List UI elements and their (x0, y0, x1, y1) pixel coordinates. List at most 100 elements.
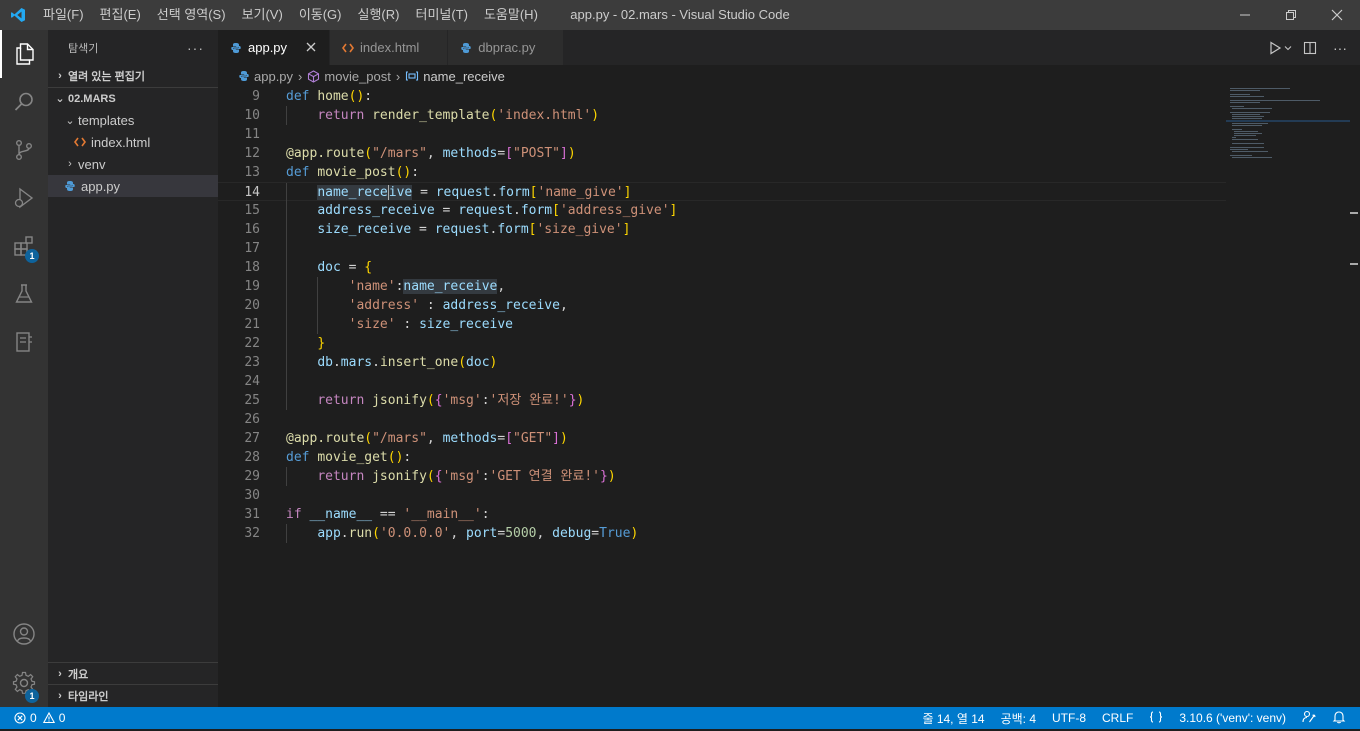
menu-file[interactable]: 파일(F) (35, 0, 92, 30)
extensions-badge: 1 (25, 249, 39, 263)
problems-indicator[interactable]: 0 0 (0, 711, 65, 725)
split-editor-button[interactable] (1298, 36, 1322, 60)
tree-item-label: templates (78, 112, 135, 128)
python-file-icon (238, 70, 250, 82)
explorer-button[interactable] (0, 30, 48, 78)
accounts-button[interactable] (0, 610, 48, 658)
tab-close-icon[interactable] (303, 40, 319, 55)
outline-section[interactable]: › 개요 (48, 662, 218, 685)
search-button[interactable] (0, 78, 48, 126)
warning-icon (42, 712, 55, 724)
scroll-marker (1350, 263, 1358, 265)
play-icon (1270, 40, 1282, 55)
breadcrumb-variable[interactable]: name_receive (423, 69, 505, 84)
indentation[interactable]: 공백: 4 (1001, 710, 1036, 727)
chevron-right-icon: › (395, 68, 401, 84)
tab-dbprac-py[interactable]: dbprac.py (448, 30, 565, 65)
menu-edit[interactable]: 편집(E) (92, 0, 149, 30)
scroll-marker (1350, 212, 1358, 222)
code-line: 28 def movie_get(): (244, 450, 412, 465)
chevron-down-icon: ⌄ (55, 93, 65, 105)
menu-help[interactable]: 도움말(H) (476, 0, 546, 30)
vertical-scrollbar[interactable] (1346, 87, 1360, 707)
flask-icon (15, 284, 33, 303)
method-icon (307, 69, 320, 83)
code-line: 13 def movie_post(): (244, 165, 420, 180)
breadcrumb-file[interactable]: app.py (254, 69, 293, 84)
menu-view[interactable]: 보기(V) (234, 0, 291, 30)
code-line: 32 app.run('0.0.0.0', port=5000, debug=T… (244, 524, 639, 543)
code-line: 22 } (244, 334, 326, 353)
open-editors-section[interactable]: › 열려 있는 편집기 (48, 65, 218, 87)
code-line: 18 doc = { (244, 258, 373, 277)
minimap-preview (1226, 88, 1350, 158)
files-icon (16, 43, 34, 65)
run-debug-button[interactable] (0, 174, 48, 222)
menu-selection[interactable]: 선택 영역(S) (149, 0, 234, 30)
folder-label: 02.MARS (68, 92, 116, 105)
breadcrumb-function[interactable]: movie_post (324, 69, 390, 84)
split-editor-icon (1303, 41, 1317, 54)
more-actions-button[interactable]: ··· (1328, 36, 1352, 60)
code-line: 11 (244, 127, 260, 142)
tree-item-index-html[interactable]: index.html (48, 131, 218, 153)
restore-button[interactable] (1268, 0, 1314, 30)
python-file-icon (460, 42, 472, 54)
minimize-icon (1240, 14, 1250, 16)
code-line: 25 return jsonify({'msg':'저장 완료!'}) (244, 391, 585, 410)
editor-group: app.py index.html dbprac.py ··· app.py ›… (218, 30, 1360, 707)
status-right: 줄 14, 열 14 공백: 4 UTF-8 CRLF 3.10.6 ('ven… (922, 707, 1346, 729)
timeline-section[interactable]: › 타임라인 (48, 684, 218, 707)
source-control-button[interactable] (0, 126, 48, 174)
menu-run[interactable]: 실행(R) (350, 0, 408, 30)
editor-actions: ··· (1268, 30, 1352, 65)
cursor-position[interactable]: 줄 14, 열 14 (922, 710, 984, 727)
code-line: 24 (218, 372, 1226, 391)
folder-section[interactable]: ⌄ 02.MARS (48, 87, 218, 109)
tree-item-label: index.html (91, 134, 151, 150)
code-line-current: 14 name_receive = request.form['name_giv… (218, 182, 1226, 202)
chevron-down-icon (1284, 45, 1292, 50)
code-editor[interactable]: 9 def home(): 10 return render_template('… (218, 87, 1226, 707)
tab-index-html[interactable]: index.html (330, 30, 449, 65)
tab-label: app.py (248, 40, 288, 55)
code-line: 23 db.mars.insert_one(doc) (244, 353, 498, 372)
tab-label: dbprac.py (478, 40, 536, 55)
manage-button[interactable]: 1 (0, 659, 48, 707)
error-count: 0 (30, 711, 37, 725)
explorer-title: 탐색기 (68, 42, 99, 55)
python-interpreter[interactable]: 3.10.6 ('venv': venv) (1179, 711, 1286, 725)
minimize-button[interactable] (1222, 0, 1268, 30)
close-window-button[interactable] (1314, 0, 1360, 30)
explorer-sidebar: 탐색기 ··· › 열려 있는 편집기 ⌄ 02.MARS ⌄ template… (48, 30, 218, 707)
tree-item-label: venv (78, 156, 106, 172)
run-file-button[interactable] (1268, 36, 1292, 60)
encoding[interactable]: UTF-8 (1052, 711, 1086, 725)
testing-button[interactable] (0, 270, 48, 318)
notifications-button[interactable] (1332, 710, 1346, 727)
tree-item-app-py[interactable]: app.py (48, 175, 218, 197)
code-line: 9 def home(): (252, 89, 373, 104)
html-file-icon (72, 136, 88, 148)
notebook-button[interactable] (0, 318, 48, 366)
feedback-button[interactable] (1302, 710, 1316, 727)
tree-item-label: app.py (81, 178, 121, 194)
breadcrumb: app.py › movie_post › name_receive (218, 65, 1360, 87)
tree-item-templates[interactable]: ⌄ templates (48, 109, 218, 131)
end-of-line[interactable]: CRLF (1102, 711, 1133, 725)
chevron-right-icon: › (58, 70, 62, 82)
tab-app-py[interactable]: app.py (218, 30, 331, 65)
search-icon (14, 92, 33, 111)
tab-bar: app.py index.html dbprac.py ··· (218, 30, 1360, 65)
code-line: 26 (244, 412, 260, 427)
minimap[interactable] (1226, 87, 1350, 707)
chevron-right-icon: › (58, 668, 62, 680)
open-editors-label: 열려 있는 편집기 (68, 71, 145, 83)
tab-label: index.html (360, 40, 420, 55)
tree-item-venv[interactable]: › venv (48, 153, 218, 175)
menu-go[interactable]: 이동(G) (291, 0, 350, 30)
extensions-button[interactable]: 1 (0, 222, 48, 270)
more-actions-icon[interactable]: ··· (187, 40, 204, 56)
menu-terminal[interactable]: 터미널(T) (407, 0, 475, 30)
language-mode-button[interactable] (1149, 710, 1163, 726)
